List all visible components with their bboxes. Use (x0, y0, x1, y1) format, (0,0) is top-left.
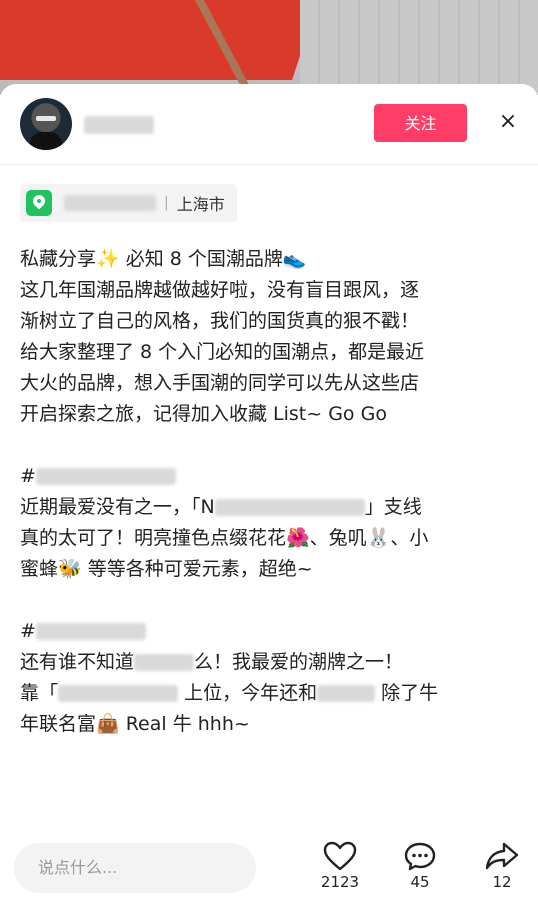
post-sheet: 关注 × | 上海市 私藏分享✨ 必知 8 个国潮品牌👟 这几年国潮品牌越做越好… (0, 84, 538, 908)
heart-icon (323, 841, 357, 871)
bottom-bar: 说点什么... 2123 45 12 (0, 835, 538, 908)
comment-input[interactable]: 说点什么... (14, 843, 256, 893)
text-segment: 么！我最爱的潮牌之一！ (194, 651, 404, 673)
photo-red-fabric (0, 0, 328, 80)
post-line: 私藏分享✨ 必知 8 个国潮品牌👟 (20, 248, 307, 270)
location-name-blurred (64, 195, 156, 211)
text-segment: 除了牛 (381, 682, 439, 704)
post-line: 开启探索之旅，记得加入收藏 List~ Go Go (20, 403, 387, 425)
brand-blurred (58, 685, 179, 702)
post-line: 大火的品牌，想入手国潮的同学可以先从这些店 (20, 372, 420, 394)
location-pin-icon (26, 190, 52, 216)
share-button[interactable]: 12 (472, 835, 532, 891)
close-icon[interactable]: × (494, 108, 522, 136)
share-arrow-icon (485, 842, 519, 870)
text-segment: 上位，今年还和 (184, 682, 318, 704)
post-line: 靠「 上位，今年还和 除了牛 (20, 678, 520, 709)
hashtag-blurred (35, 623, 146, 640)
brand-blurred (317, 685, 376, 702)
comment-count: 45 (410, 873, 430, 891)
post-line: 渐树立了自己的风格，我们的国货真的狠不戳！ (20, 310, 420, 332)
post-line: 这几年国潮品牌越做越好啦，没有盲目跟风，逐 (20, 279, 420, 301)
avatar[interactable] (20, 98, 72, 150)
text-segment: 靠「 (20, 682, 59, 704)
post-header: 关注 × (0, 84, 538, 165)
comment-bubble-icon (404, 842, 436, 871)
background-photo (0, 0, 538, 95)
post-body: 私藏分享✨ 必知 8 个国潮品牌👟 这几年国潮品牌越做越好啦，没有盲目跟风，逐 … (20, 244, 520, 740)
brand-blurred (134, 654, 195, 671)
post-line: 近期最爱没有之一，「N 」支线 (20, 492, 520, 523)
post-line-cut: 年联名富👜 Real 牛 hhh~ (20, 713, 250, 735)
post-line: 给大家整理了 8 个入门必知的国潮点，都是最近 (20, 341, 425, 363)
text-segment: 近期最爱没有之一，「N (20, 496, 215, 518)
hashtag-symbol: # (20, 620, 36, 642)
comment-button[interactable]: 45 (390, 835, 450, 891)
photo-wall (300, 0, 538, 95)
post-line: 蜜蜂🐝 等等各种可爱元素，超绝~ (20, 558, 313, 580)
text-segment: 还有谁不知道 (20, 651, 135, 673)
location-city: 上海市 (176, 195, 225, 214)
like-button[interactable]: 2123 (310, 835, 370, 891)
post-line: 还有谁不知道 么！我最爱的潮牌之一！ (20, 647, 520, 678)
hashtag-line[interactable]: # (20, 616, 520, 647)
location-separator: | (164, 195, 169, 211)
location-tag[interactable]: | 上海市 (20, 184, 237, 222)
hashtag-symbol: # (20, 465, 36, 487)
share-count: 12 (492, 873, 512, 891)
hashtag-line[interactable]: # (20, 461, 520, 492)
brand-blurred (214, 499, 365, 516)
post-line: 真的太可了！明亮撞色点缀花花🌺、兔叽🐰、小 (20, 527, 429, 549)
follow-button[interactable]: 关注 (374, 104, 467, 142)
username-blurred[interactable] (84, 116, 154, 134)
hashtag-blurred (35, 468, 176, 485)
avatar-glasses (36, 116, 56, 121)
text-segment: 」支线 (364, 496, 422, 518)
like-count: 2123 (320, 873, 360, 891)
avatar-body (30, 132, 62, 150)
